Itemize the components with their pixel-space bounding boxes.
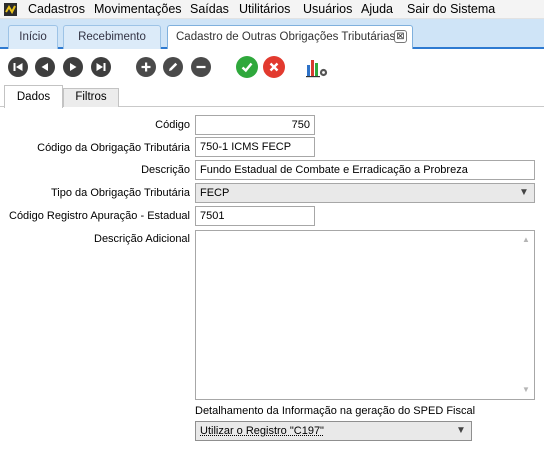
detalhamento-value: Utilizar o Registro "C197": [200, 425, 324, 437]
cancel-icon: [269, 62, 279, 72]
descricao-adicional-label: Descrição Adicional: [94, 233, 190, 245]
tipo-obrigacao-value: FECP: [200, 187, 230, 199]
detalhamento-label: Detalhamento da Informação na geração do…: [195, 405, 476, 417]
chevron-down-icon[interactable]: ▼: [454, 423, 468, 439]
tipo-obrigacao-label: Tipo da Obrigação Tributária: [51, 187, 190, 199]
app-logo-icon: [4, 3, 17, 16]
add-icon: [141, 62, 151, 72]
menu-usuarios[interactable]: Usuários: [303, 2, 352, 17]
subtab-strip: Dados Filtros: [0, 85, 544, 108]
previous-icon: [41, 63, 48, 71]
chevron-down-icon[interactable]: ▼: [517, 185, 531, 201]
document-tab-strip: Início Recebimento Cadastro de Outras Ob…: [0, 19, 544, 49]
cancel-button[interactable]: [263, 56, 285, 78]
descricao-label: Descrição: [141, 164, 190, 176]
tab-inicio-label: Início: [19, 31, 47, 43]
tab-inicio[interactable]: Início: [8, 25, 58, 49]
edit-button[interactable]: [163, 57, 183, 77]
menu-cadastros[interactable]: Cadastros: [28, 2, 85, 17]
menu-utilitarios[interactable]: Utilitários: [239, 2, 290, 17]
tipo-obrigacao-select[interactable]: FECP ▼: [195, 183, 535, 203]
registro-apuracao-label: Código Registro Apuração - Estadual: [9, 210, 190, 222]
menu-ajuda[interactable]: Ajuda: [361, 2, 393, 17]
toolbar: [0, 49, 544, 85]
edit-icon: [169, 62, 178, 71]
tab-recebimento[interactable]: Recebimento: [63, 25, 161, 49]
add-button[interactable]: [136, 57, 156, 77]
tab-recebimento-label: Recebimento: [78, 31, 146, 43]
last-icon: [96, 63, 106, 71]
scroll-down-icon[interactable]: ▼: [518, 383, 534, 397]
codigo-label: Código: [155, 119, 190, 131]
next-record-button[interactable]: [63, 57, 83, 77]
confirm-icon: [241, 62, 253, 73]
codigo-obrigacao-field[interactable]: 750-1 ICMS FECP: [195, 137, 315, 157]
textarea-scrollbar[interactable]: ▲ ▼: [518, 231, 534, 399]
descricao-adicional-textarea[interactable]: ▲ ▼: [195, 230, 535, 400]
menu-saidas[interactable]: Saídas: [190, 2, 229, 17]
tab-cadastro-label: Cadastro de Outras Obrigações Tributária…: [176, 31, 396, 43]
previous-record-button[interactable]: [35, 57, 55, 77]
detalhamento-select[interactable]: Utilizar o Registro "C197" ▼: [195, 421, 472, 441]
subtab-dados-label: Dados: [16, 91, 51, 103]
report-icon[interactable]: [305, 55, 329, 79]
registro-apuracao-field[interactable]: 7501: [195, 206, 315, 226]
last-record-button[interactable]: [91, 57, 111, 77]
scroll-up-icon[interactable]: ▲: [518, 233, 534, 247]
codigo-obrigacao-label: Código da Obrigação Tributária: [37, 142, 190, 154]
menu-sair[interactable]: Sair do Sistema: [407, 2, 495, 17]
remove-icon: [196, 65, 206, 69]
remove-button[interactable]: [191, 57, 211, 77]
subtab-filtros-label: Filtros: [75, 91, 107, 103]
close-tab-icon[interactable]: ⊠: [394, 30, 407, 43]
first-record-button[interactable]: [8, 57, 28, 77]
subtab-dados[interactable]: Dados: [4, 85, 63, 108]
tab-cadastro-obrigacoes[interactable]: Cadastro de Outras Obrigações Tributária…: [167, 25, 413, 49]
next-icon: [70, 63, 77, 71]
descricao-field[interactable]: Fundo Estadual de Combate e Erradicação …: [195, 160, 535, 180]
confirm-button[interactable]: [236, 56, 258, 78]
menu-movimentacoes[interactable]: Movimentações: [94, 2, 182, 17]
menu-bar: Cadastros Movimentações Saídas Utilitári…: [0, 0, 544, 19]
codigo-field[interactable]: 750: [195, 115, 315, 135]
first-icon: [13, 63, 23, 71]
subtab-filtros[interactable]: Filtros: [63, 88, 119, 107]
